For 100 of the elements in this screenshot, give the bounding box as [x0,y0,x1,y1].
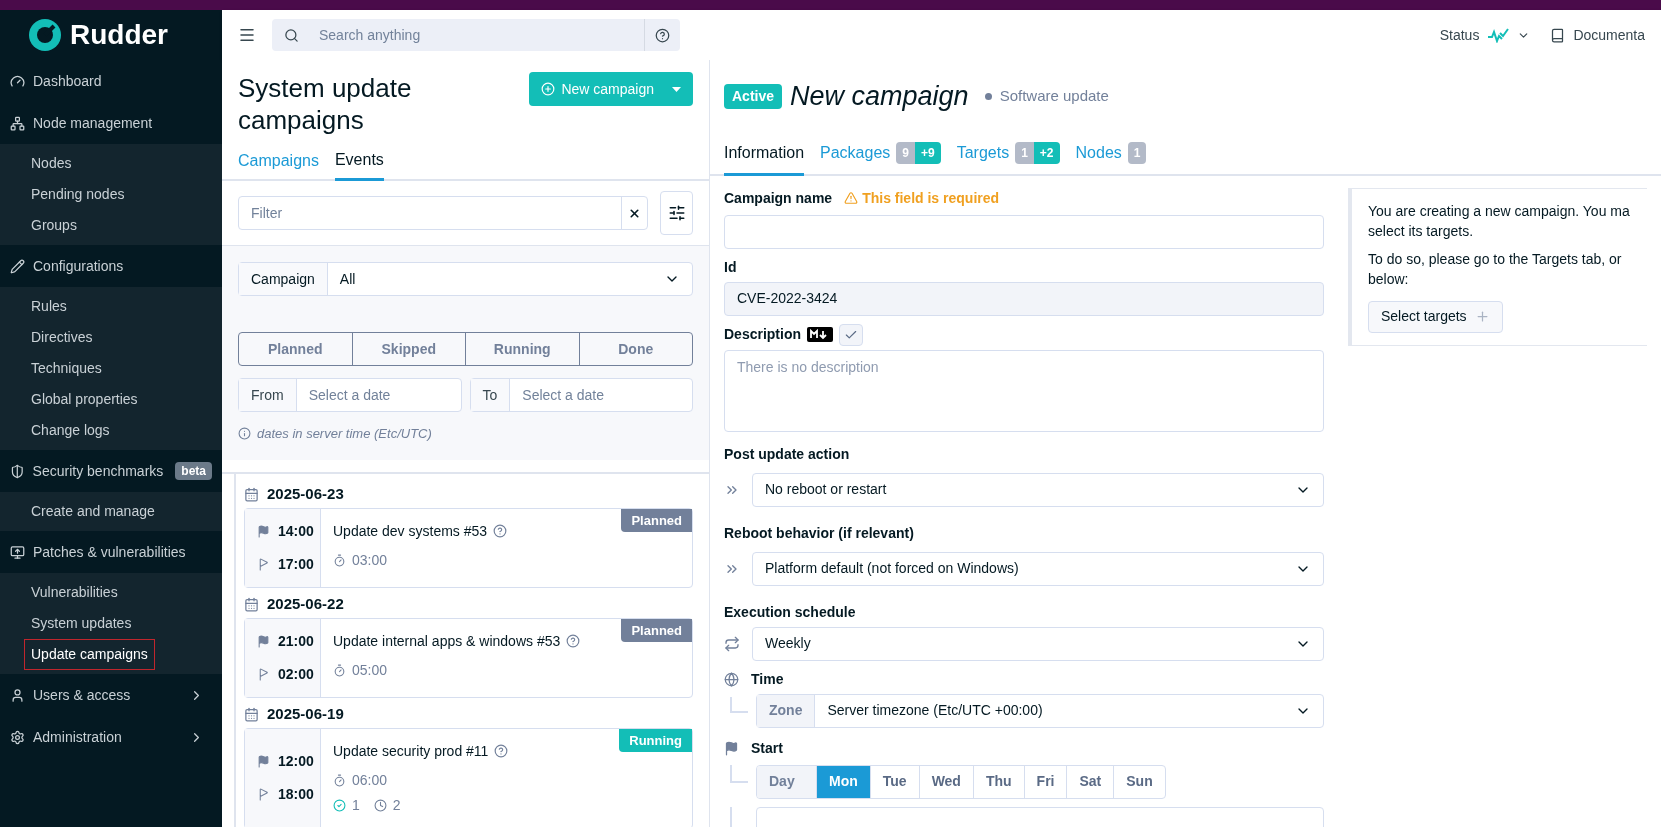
sidebar-item[interactable]: Rules [24,291,74,322]
end-time: 18:00 [278,785,314,804]
count-badge: +2 [1033,142,1060,164]
beta-badge: beta [175,462,212,480]
event-title: Update dev systems #53 [333,521,488,541]
warning-icon [844,191,859,205]
check-circle-icon [333,798,346,812]
panel-tab[interactable]: Events [334,148,384,181]
plus-circle-icon [541,82,556,96]
tree-connector [730,696,748,713]
start-time: 21:00 [278,631,314,651]
repeat-icon [724,635,740,652]
help-icon[interactable] [493,524,508,538]
field-label: Day [757,765,817,798]
preview-toggle-button[interactable] [839,323,863,346]
search-field[interactable]: Search anything [272,19,680,51]
sidebar-item[interactable]: Pending nodes [24,179,132,210]
event-status-badge: Running [619,728,692,752]
schedule-select[interactable]: Weekly [752,626,1324,661]
stopwatch-icon [333,663,346,677]
help-icon[interactable] [655,27,670,43]
status-menu-label[interactable]: Status [1439,24,1480,46]
event-title: Update internal apps & windows #53 [333,631,561,651]
clear-icon[interactable] [628,206,641,220]
status-filter-button[interactable]: Done [579,333,692,365]
sliders-icon [667,204,686,222]
search-icon [284,27,299,43]
day-button[interactable]: Fri [1024,765,1068,798]
info-icon [238,427,251,441]
campaign-title: New campaign [790,80,969,113]
field-label: Time [751,669,784,689]
reboot-select[interactable]: Platform default (not forced on Windows) [752,551,1324,586]
logo-icon [28,18,62,52]
sidebar-item[interactable]: Directives [24,322,100,353]
sidebar-item[interactable]: Update campaigns [24,639,155,670]
end-time: 02:00 [278,664,314,684]
start-time: 14:00 [278,521,314,541]
validation-warning: This field is required [862,188,1000,208]
calendar-icon [244,487,259,502]
day-button[interactable]: Wed [919,765,974,798]
flag-icon [724,740,739,756]
status-filter-button[interactable]: Running [466,333,580,365]
timezone-hint: dates in server time (Etc/UTC) [257,425,432,443]
sidebar-item[interactable]: Change logs [24,415,117,446]
event-duration: 03:00 [352,550,388,570]
event-duration: 05:00 [352,660,388,680]
event-duration: 06:00 [352,770,388,790]
event-status-badge: Planned [621,618,692,642]
event-card[interactable]: 12:00 18:00 Update security prod #11 06:00 1 2 Running [244,727,693,827]
field-label: Reboot behavior (if relevant) [724,523,915,543]
status-filter-button[interactable]: Skipped [352,333,466,365]
field-label: Execution schedule [724,602,857,622]
campaign-type: Software update [999,86,1109,106]
filter-settings-button[interactable] [660,191,693,235]
heartbeat-check-icon [1487,27,1510,43]
day-button[interactable]: Sun [1114,765,1165,798]
event-card[interactable]: 21:00 02:00 Update internal apps & windows #53 05:00 Planned [244,617,693,698]
clock-icon [373,798,387,812]
count-badge: 9 [896,142,915,164]
tree-connector [730,764,748,783]
success-count: 1 [352,795,360,815]
field-label: Description [724,325,801,344]
day-button[interactable]: Sat [1067,765,1115,798]
menu-icon[interactable] [238,26,256,44]
end-time: 17:00 [278,554,314,574]
sidebar-item[interactable]: Create and manage [24,496,162,527]
flag-icon [257,634,270,648]
flag-icon [257,524,270,538]
post-update-select[interactable]: No reboot or restart [752,472,1324,507]
event-date: 2025-06-19 [267,704,344,725]
status-filter-button[interactable]: Planned [239,333,353,365]
campaign-tab[interactable]: Information [724,140,805,176]
sidebar-item[interactable]: Nodes [24,148,79,179]
field-label: Id [724,257,738,277]
documentation-link[interactable]: Documenta [1573,24,1645,46]
sidebar-item[interactable]: Groups [24,210,84,241]
sidebar-item[interactable]: Techniques [24,353,109,384]
event-card[interactable]: 14:00 17:00 Update dev systems #53 03:00 Planned [244,507,693,588]
info-text: You are creating a new campaign. You ma select its targets. [1368,201,1631,241]
filter-field[interactable]: Filter [238,196,648,230]
day-button[interactable]: Tue [870,765,920,798]
sidebar-item[interactable]: System updates [24,608,139,639]
day-button[interactable]: Thu [973,765,1025,798]
select-targets-button[interactable]: Select targets [1368,300,1503,333]
flag-icon [257,755,270,768]
sidebar-item[interactable]: Global properties [24,384,145,415]
event-date: 2025-06-23 [267,484,344,505]
calendar-icon [244,707,259,722]
sidebar-item[interactable]: Vulnerabilities [24,577,125,608]
campaign-status-badge: Active [724,83,783,109]
event-status-badge: Planned [621,508,692,532]
id-input[interactable]: CVE-2022-3424 [724,281,1324,316]
campaign-name-input[interactable] [724,214,1324,249]
help-icon[interactable] [566,634,581,648]
help-icon[interactable] [494,744,509,758]
field-label: Campaign name [724,188,833,208]
stopwatch-icon [333,773,346,787]
app-logo-text: Rudder [70,18,168,52]
plus-icon [1474,309,1490,324]
start-time: 12:00 [278,752,314,771]
